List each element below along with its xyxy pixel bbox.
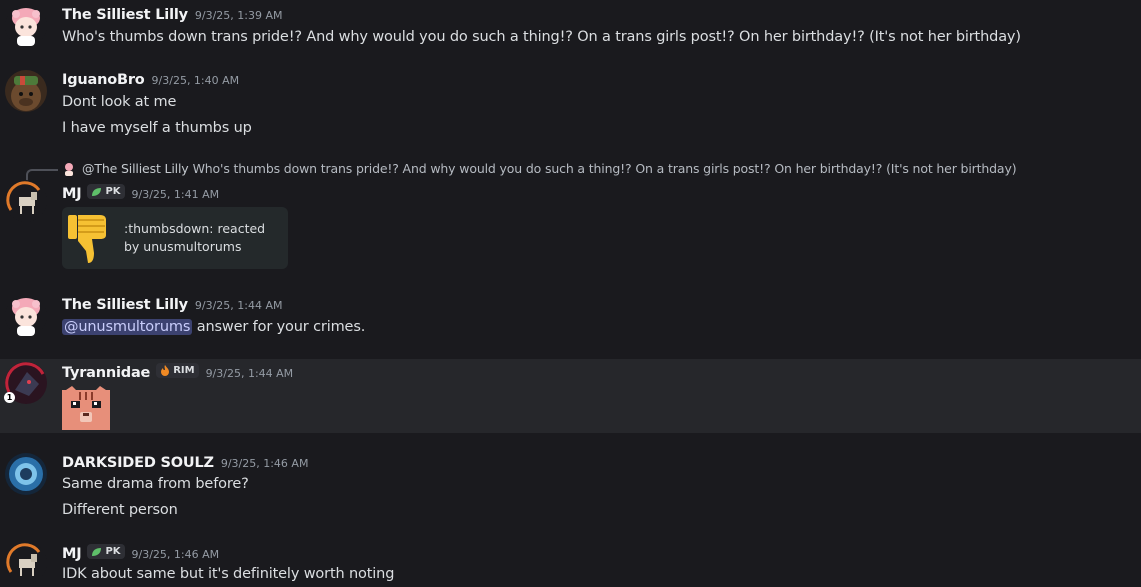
- tag-label: PK: [105, 186, 121, 197]
- avatar[interactable]: [5, 542, 47, 584]
- author-name[interactable]: Tyrannidae: [62, 365, 150, 381]
- author-name[interactable]: DARKSIDED SOULZ: [62, 455, 214, 471]
- leaf-icon: [92, 187, 102, 196]
- reply-author[interactable]: @The Silliest Lilly: [82, 161, 189, 176]
- avatar-badge: 1: [4, 392, 15, 403]
- message-text: IDK about same but it's definitely worth…: [62, 566, 395, 582]
- reply-text: Who's thumbs down trans pride!? And why …: [192, 161, 1017, 176]
- thumbs-down-emoji: [68, 215, 106, 263]
- author-name[interactable]: MJ: [62, 186, 82, 202]
- message-text: Dont look at me: [62, 94, 177, 110]
- chat-log: The Silliest Lilly 9/3/25, 1:39 AM Who's…: [0, 0, 1141, 587]
- author-name[interactable]: The Silliest Lilly: [62, 297, 188, 313]
- message-1: The Silliest Lilly 9/3/25, 1:39 AM Who's…: [0, 0, 1141, 60]
- author-name[interactable]: The Silliest Lilly: [62, 7, 188, 23]
- reply-avatar-icon: [65, 162, 73, 176]
- message-text-rest: answer for your crimes.: [192, 319, 366, 335]
- tag-label: PK: [105, 546, 121, 557]
- timestamp: 9/3/25, 1:46 AM: [131, 547, 220, 561]
- avatar[interactable]: [5, 5, 47, 47]
- message-text: I have myself a thumbs up: [62, 120, 252, 136]
- message-5: 1 Tyrannidae RIM 9/3/25, 1:44 AM: [0, 359, 1141, 433]
- message-6: DARKSIDED SOULZ 9/3/25, 1:46 AM Same dra…: [0, 445, 1141, 535]
- message-2: IguanoBro 9/3/25, 1:40 AM Dont look at m…: [0, 60, 1141, 150]
- avatar[interactable]: [5, 453, 47, 495]
- cat-face-sticker[interactable]: [62, 386, 110, 430]
- timestamp: 9/3/25, 1:39 AM: [194, 9, 283, 22]
- message-text: Different person: [62, 502, 178, 518]
- message-text: Who's thumbs down trans pride!? And why …: [62, 29, 1021, 45]
- embed-text: :thumbsdown: reacted by unusmultorums: [124, 221, 266, 254]
- author-name[interactable]: IguanoBro: [62, 72, 145, 88]
- leaf-icon: [92, 547, 102, 556]
- timestamp: 9/3/25, 1:40 AM: [151, 74, 240, 87]
- fire-icon: [161, 365, 170, 376]
- timestamp: 9/3/25, 1:44 AM: [205, 367, 294, 380]
- timestamp: 9/3/25, 1:46 AM: [220, 457, 309, 470]
- message-text: Same drama from before?: [62, 476, 249, 492]
- system-tag: PK: [87, 544, 125, 559]
- message-4: The Silliest Lilly 9/3/25, 1:44 AM @unus…: [0, 290, 1141, 356]
- reply-spine: [26, 169, 58, 181]
- tag-label: RIM: [173, 365, 195, 376]
- avatar[interactable]: [5, 70, 47, 112]
- system-tag: PK: [87, 184, 125, 199]
- avatar[interactable]: [5, 180, 47, 222]
- timestamp: 9/3/25, 1:44 AM: [194, 299, 283, 312]
- message-7: MJ PK 9/3/25, 1:46 AM IDK about same but…: [0, 536, 1141, 587]
- user-mention[interactable]: @unusmultorums: [62, 319, 193, 335]
- message-text: @unusmultorums answer for your crimes.: [62, 319, 365, 335]
- reply-preview[interactable]: @The Silliest Lilly Who's thumbs down tr…: [62, 161, 1017, 176]
- author-name[interactable]: MJ: [62, 546, 82, 562]
- avatar[interactable]: [5, 295, 47, 337]
- system-tag: RIM: [156, 363, 199, 378]
- embed-card: :thumbsdown: reacted by unusmultorums: [62, 207, 288, 269]
- timestamp: 9/3/25, 1:41 AM: [131, 187, 220, 201]
